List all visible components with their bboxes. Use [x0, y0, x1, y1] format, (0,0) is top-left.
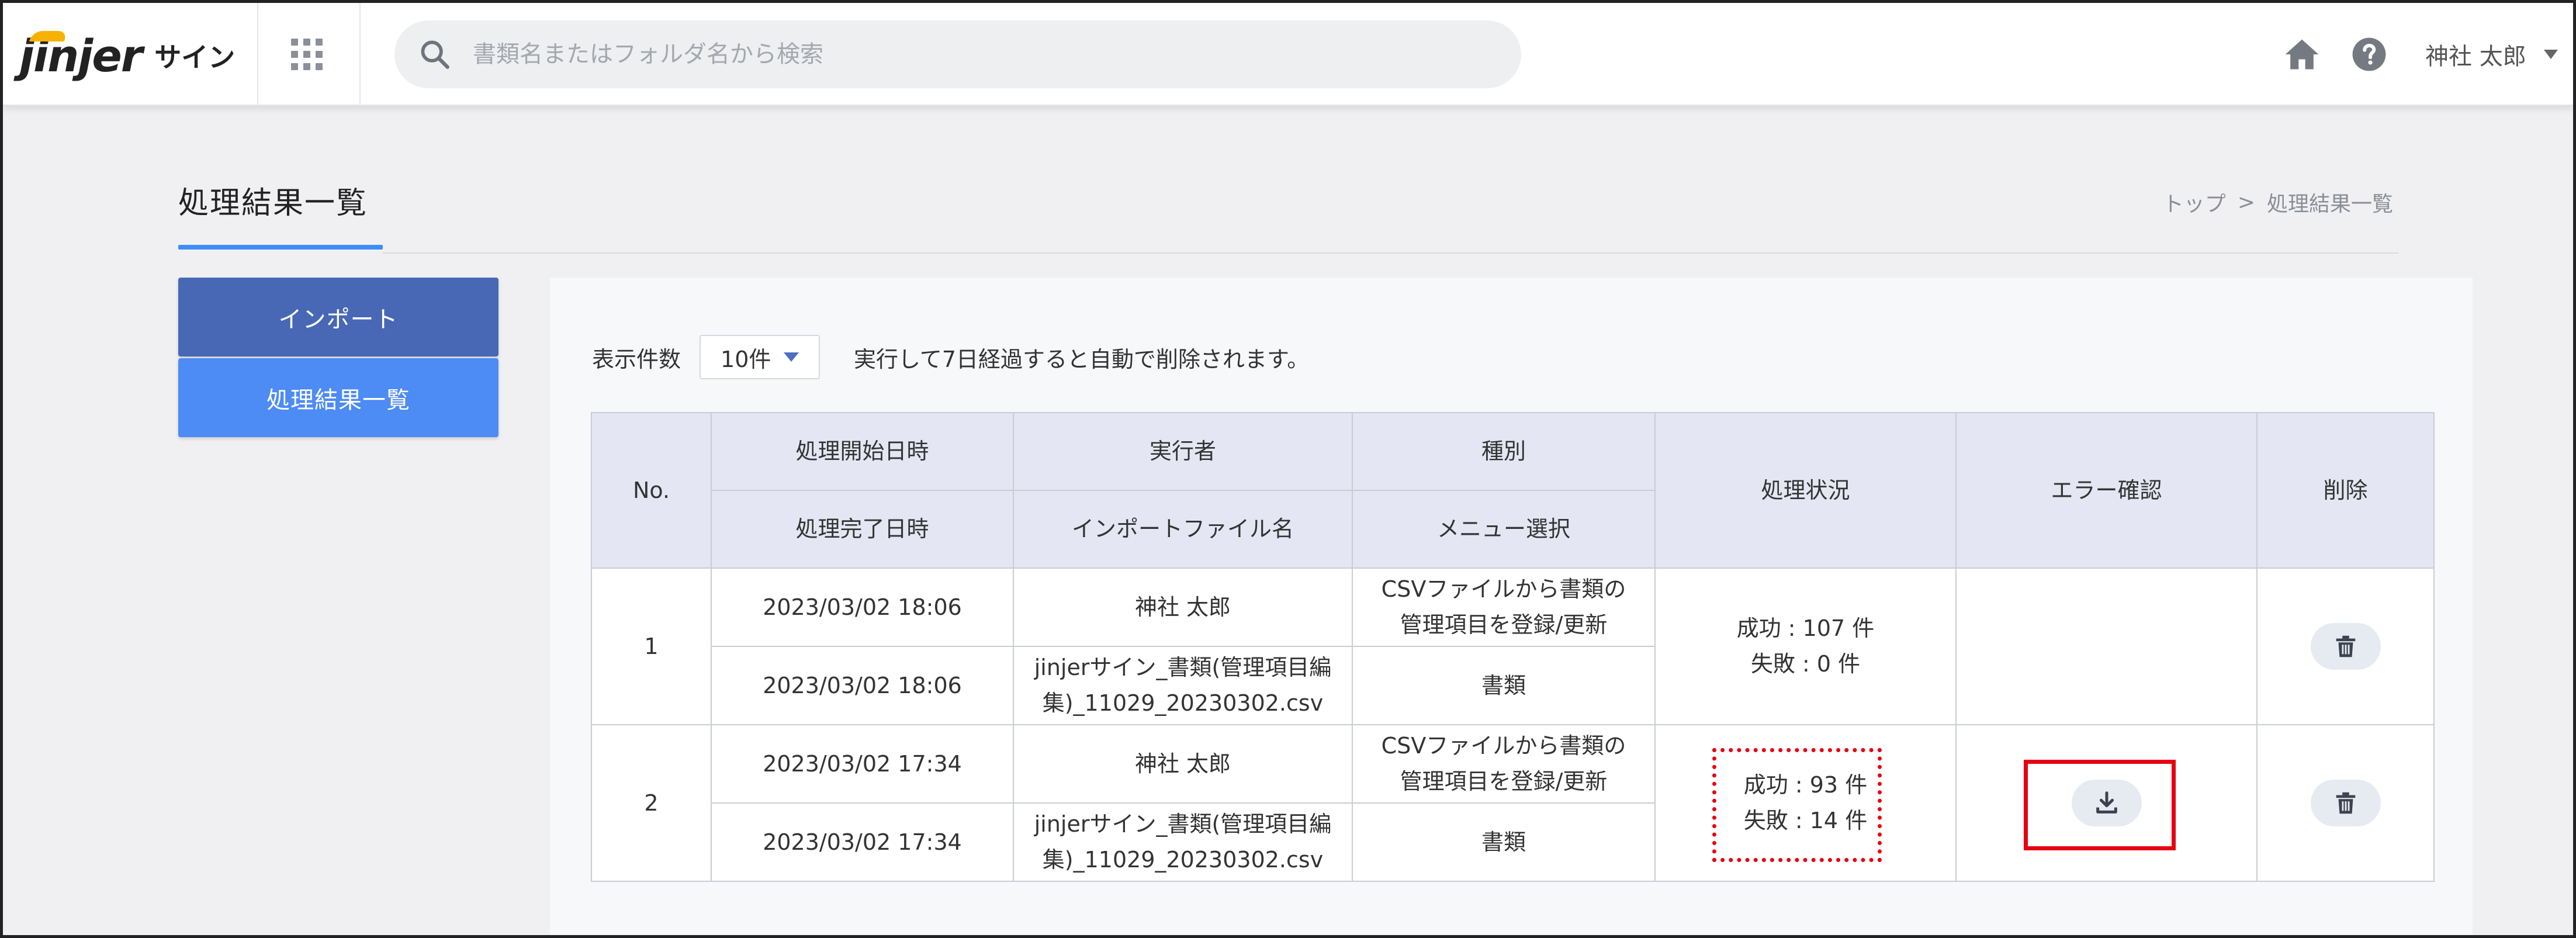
trash-icon — [2336, 635, 2355, 657]
auto-delete-notice: 実行して7日経過すると自動で削除されます。 — [854, 346, 1310, 372]
trash-icon — [2336, 792, 2355, 814]
per-page-label: 表示件数 — [592, 346, 681, 372]
user-name: 神社 太郎 — [2425, 43, 2526, 70]
file-name-line: jinjerサイン_書類(管理項目編 — [1034, 811, 1332, 837]
list-toolbar: 表示件数 10件 実行して7日経過すると自動で削除されます。 — [592, 335, 1309, 379]
page-title: 処理結果一覧 — [178, 186, 368, 221]
logo-subtitle: サイン — [154, 41, 236, 73]
col-header-status: 処理状況 — [1654, 412, 1957, 569]
download-highlight-box — [2024, 760, 2176, 850]
breadcrumb-top-link[interactable]: トップ — [2163, 187, 2226, 217]
status-highlight-dotted — [1712, 748, 1882, 862]
apps-menu-button[interactable] — [269, 31, 345, 78]
delete-button[interactable] — [2310, 622, 2381, 670]
table-row: 1 2023/03/02 18:06 神社 太郎 CSVファイルから書類の 管理… — [591, 567, 2435, 725]
cell-executor: 神社 太郎 — [1013, 567, 1353, 647]
title-underline — [178, 245, 383, 250]
home-button[interactable] — [2281, 33, 2323, 75]
search-input[interactable] — [473, 41, 1466, 68]
cell-kind: CSVファイルから書類の 管理項目を登録/更新 — [1352, 724, 1656, 804]
cell-delete — [2256, 724, 2435, 882]
cell-error — [1955, 567, 2258, 725]
cell-executor: 神社 太郎 — [1013, 724, 1353, 804]
kind-line: 管理項目を登録/更新 — [1400, 612, 1608, 638]
file-name-line: jinjerサイン_書類(管理項目編 — [1034, 655, 1332, 681]
app-logo[interactable]: jinjer サイン — [19, 20, 253, 91]
chevron-down-icon — [784, 352, 799, 362]
cell-no: 1 — [591, 567, 712, 725]
cell-start: 2023/03/02 17:34 — [711, 724, 1014, 804]
col-header-no: No. — [591, 412, 712, 569]
user-menu[interactable]: 神社 太郎 — [2425, 33, 2558, 75]
help-icon — [2352, 37, 2386, 71]
per-page-value: 10件 — [721, 346, 771, 372]
file-name-line: 集)_11029_20230302.csv — [1042, 847, 1324, 873]
col-header-kind: 種別 — [1352, 412, 1656, 491]
cell-file: jinjerサイン_書類(管理項目編 集)_11029_20230302.csv — [1013, 646, 1353, 725]
kind-line: CSVファイルから書類の — [1381, 733, 1626, 759]
home-icon — [2285, 39, 2319, 70]
cell-no: 2 — [591, 724, 712, 882]
cell-end: 2023/03/02 18:06 — [711, 646, 1014, 725]
results-panel: 表示件数 10件 実行して7日経過すると自動で削除されます。 No. 処理開始日… — [550, 278, 2473, 935]
header-divider — [359, 3, 361, 106]
help-button[interactable] — [2348, 33, 2390, 75]
cell-menu: 書類 — [1352, 646, 1656, 725]
chevron-down-icon — [2543, 50, 2558, 59]
success-count: 成功 : 107 件 — [1736, 615, 1875, 642]
kind-line: 管理項目を登録/更新 — [1400, 769, 1608, 794]
logo-mark: jinjer — [19, 30, 143, 82]
per-page-select[interactable]: 10件 — [700, 335, 820, 379]
cell-file: jinjerサイン_書類(管理項目編 集)_11029_20230302.csv — [1013, 802, 1353, 882]
col-header-end: 処理完了日時 — [711, 490, 1014, 569]
header-divider — [257, 3, 258, 106]
table-header-row: No. 処理開始日時 実行者 種別 処理状況 エラー確認 削除 — [591, 412, 2435, 569]
cell-delete — [2256, 567, 2435, 725]
apps-grid-icon — [291, 39, 323, 70]
delete-button[interactable] — [2310, 779, 2381, 826]
cell-status: 成功 : 107 件 失敗 : 0 件 — [1654, 567, 1957, 725]
cell-kind: CSVファイルから書類の 管理項目を登録/更新 — [1352, 567, 1656, 647]
kind-line: CSVファイルから書類の — [1381, 576, 1626, 603]
search-bar — [394, 20, 1521, 88]
col-header-start: 処理開始日時 — [711, 412, 1014, 491]
failure-count: 失敗 : 0 件 — [1750, 651, 1861, 677]
file-name-line: 集)_11029_20230302.csv — [1042, 690, 1324, 716]
search-icon — [421, 40, 449, 69]
col-header-delete: 削除 — [2256, 412, 2435, 569]
sidebar-item-results[interactable]: 処理結果一覧 — [178, 358, 498, 437]
breadcrumb: トップ > 処理結果一覧 — [2163, 187, 2393, 217]
col-header-file: インポートファイル名 — [1013, 490, 1353, 569]
app-window: jinjer サイン 書類名またはフォルダ名から検索 神社 太郎 処理結果一覧 … — [0, 0, 2576, 938]
col-header-executor: 実行者 — [1013, 412, 1353, 491]
cell-start: 2023/03/02 18:06 — [711, 567, 1014, 647]
cell-end: 2023/03/02 17:34 — [711, 802, 1014, 882]
sidebar-item-import[interactable]: インポート — [178, 278, 498, 356]
breadcrumb-current: 処理結果一覧 — [2266, 192, 2393, 216]
cell-menu: 書類 — [1352, 802, 1656, 882]
breadcrumb-separator: > — [2237, 190, 2255, 214]
top-header: jinjer サイン 書類名またはフォルダ名から検索 神社 太郎 — [3, 3, 2573, 106]
col-header-error: エラー確認 — [1955, 412, 2258, 569]
col-header-menu: メニュー選択 — [1352, 490, 1656, 569]
title-divider — [383, 252, 2399, 254]
